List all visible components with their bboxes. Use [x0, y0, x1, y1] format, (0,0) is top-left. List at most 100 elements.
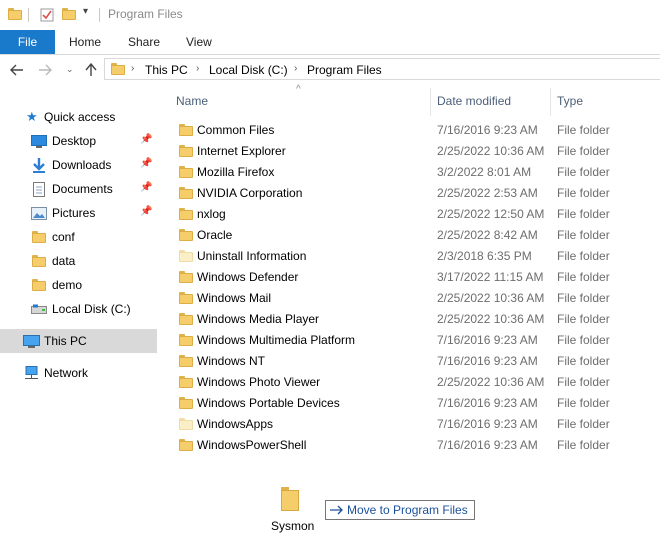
file-type: File folder [557, 165, 610, 179]
file-row[interactable]: Windows NT 7/16/2016 9:23 AM File folder [160, 351, 660, 372]
nav-label: demo [52, 278, 83, 292]
file-row[interactable]: Windows Media Player 2/25/2022 10:36 AM Fi… [160, 309, 660, 330]
nav-item-local-disk[interactable]: Local Disk (C:) [0, 298, 157, 320]
pin-icon[interactable]: 📌 [140, 134, 152, 145]
tab-view[interactable]: View [186, 30, 212, 54]
file-row[interactable]: Windows Defender 3/17/2022 11:15 AM File f… [160, 267, 660, 288]
folder-icon [179, 355, 193, 367]
nav-item-data[interactable]: data [0, 250, 157, 272]
nav-network[interactable]: Network [0, 362, 157, 384]
pin-icon[interactable]: 📌 [140, 206, 152, 217]
chevron-right-icon[interactable]: › [131, 63, 134, 74]
nav-label: Documents [52, 182, 113, 196]
file-date-modified: 2/25/2022 10:36 AM [437, 144, 545, 158]
file-date-modified: 7/16/2016 9:23 AM [437, 123, 538, 137]
folder-icon [179, 313, 193, 325]
pin-icon[interactable]: 📌 [140, 158, 152, 169]
file-name: Windows Media Player [197, 312, 320, 326]
nav-item-desktop[interactable]: Desktop 📌 [0, 130, 157, 152]
nav-label: Local Disk (C:) [52, 302, 131, 316]
chevron-right-icon[interactable]: › [294, 63, 297, 74]
customize-toolbar-icon[interactable]: ▾ [83, 6, 88, 17]
address-box[interactable]: › This PC › Local Disk (C:) › Program Fi… [104, 58, 660, 80]
file-date-modified: 7/16/2016 9:23 AM [437, 396, 538, 410]
folder-icon [179, 166, 193, 178]
move-tooltip: Move to Program Files [325, 500, 475, 520]
file-row[interactable]: Internet Explorer 2/25/2022 10:36 AM File … [160, 141, 660, 162]
up-arrow-icon[interactable] [85, 63, 97, 77]
file-row[interactable]: Uninstall Information 2/3/2018 6:35 PM Fil… [160, 246, 660, 267]
nav-item-downloads[interactable]: Downloads 📌 [0, 154, 157, 176]
nav-item-demo[interactable]: demo [0, 274, 157, 296]
file-type: File folder [557, 144, 610, 158]
file-row[interactable]: WindowsApps 7/16/2016 9:23 AM File folder [160, 414, 660, 435]
column-divider[interactable] [430, 88, 431, 116]
file-type: File folder [557, 123, 610, 137]
nav-item-conf[interactable]: conf [0, 226, 157, 248]
folder-icon [179, 418, 193, 430]
navigation-pane: ★ Quick access Desktop 📌 Downloads 📌 Doc… [0, 92, 157, 541]
recent-locations-icon[interactable]: ⌄ [66, 64, 74, 75]
tooltip-text: Move to Program Files [347, 503, 468, 517]
file-type: File folder [557, 333, 610, 347]
nav-label: data [52, 254, 76, 268]
file-name: Windows Portable Devices [197, 396, 340, 410]
file-type: File folder [557, 207, 610, 221]
file-type: File folder [557, 270, 610, 284]
back-arrow-icon[interactable] [10, 64, 24, 76]
breadcrumb-program-files[interactable]: Program Files [307, 63, 382, 77]
file-row[interactable]: Windows Photo Viewer 2/25/2022 10:36 AM Fi… [160, 372, 660, 393]
divider [28, 8, 29, 22]
documents-icon [33, 182, 45, 197]
nav-item-documents[interactable]: Documents 📌 [0, 178, 157, 200]
file-row[interactable]: WindowsPowerShell 7/16/2016 9:23 AM File f… [160, 435, 660, 456]
column-date-modified[interactable]: Date modified [437, 94, 511, 108]
file-row[interactable]: Common Files 7/16/2016 9:23 AM File folder [160, 120, 660, 141]
file-date-modified: 2/3/2018 6:35 PM [437, 249, 532, 263]
column-divider[interactable] [550, 88, 551, 116]
folder-icon [179, 271, 193, 283]
computer-icon [23, 335, 40, 348]
properties-icon[interactable] [40, 7, 54, 22]
file-row[interactable]: Windows Multimedia Platform 7/16/2016 9:2… [160, 330, 660, 351]
file-name: Uninstall Information [197, 249, 307, 263]
column-type[interactable]: Type [557, 94, 583, 108]
folder-icon [179, 376, 193, 388]
folder-icon [8, 8, 22, 20]
file-row[interactable]: NVIDIA Corporation 2/25/2022 2:53 AM File … [160, 183, 660, 204]
nav-quick-access[interactable]: ★ Quick access [0, 106, 157, 128]
folder-icon [179, 187, 193, 199]
file-date-modified: 7/16/2016 9:23 AM [437, 354, 538, 368]
file-row[interactable]: Mozilla Firefox 3/2/2022 8:01 AM File fold… [160, 162, 660, 183]
column-name[interactable]: Name [176, 94, 208, 108]
file-date-modified: 2/25/2022 10:36 AM [437, 312, 545, 326]
nav-item-pictures[interactable]: Pictures 📌 [0, 202, 157, 224]
file-type: File folder [557, 186, 610, 200]
file-row[interactable]: Oracle 2/25/2022 8:42 AM File folder [160, 225, 660, 246]
file-row[interactable]: Windows Mail 2/25/2022 10:36 AM File folde… [160, 288, 660, 309]
file-name: NVIDIA Corporation [197, 186, 303, 200]
file-type: File folder [557, 396, 610, 410]
folder-icon [179, 124, 193, 136]
chevron-right-icon[interactable]: › [196, 63, 199, 74]
tab-file[interactable]: File [0, 30, 55, 54]
folder-icon [179, 397, 193, 409]
file-date-modified: 3/17/2022 11:15 AM [437, 270, 544, 284]
folder-icon [179, 439, 193, 451]
folder-icon [179, 145, 193, 157]
file-row[interactable]: Windows Portable Devices 7/16/2016 9:23 A… [160, 393, 660, 414]
nav-label: This PC [44, 334, 87, 348]
tab-share[interactable]: Share [128, 30, 160, 54]
file-type: File folder [557, 249, 610, 263]
breadcrumb-local-disk[interactable]: Local Disk (C:) [209, 63, 288, 77]
breadcrumb-this-pc[interactable]: This PC [145, 63, 188, 77]
nav-label: Pictures [52, 206, 96, 220]
folder-icon [32, 255, 46, 267]
file-row[interactable]: nxlog 2/25/2022 12:50 AM File folder [160, 204, 660, 225]
forward-arrow-icon[interactable] [38, 64, 52, 76]
new-folder-icon[interactable] [62, 8, 76, 20]
nav-this-pc[interactable]: This PC [0, 329, 157, 353]
file-name: Windows Multimedia Platform [197, 333, 356, 347]
pin-icon[interactable]: 📌 [140, 182, 152, 193]
tab-home[interactable]: Home [69, 30, 101, 54]
